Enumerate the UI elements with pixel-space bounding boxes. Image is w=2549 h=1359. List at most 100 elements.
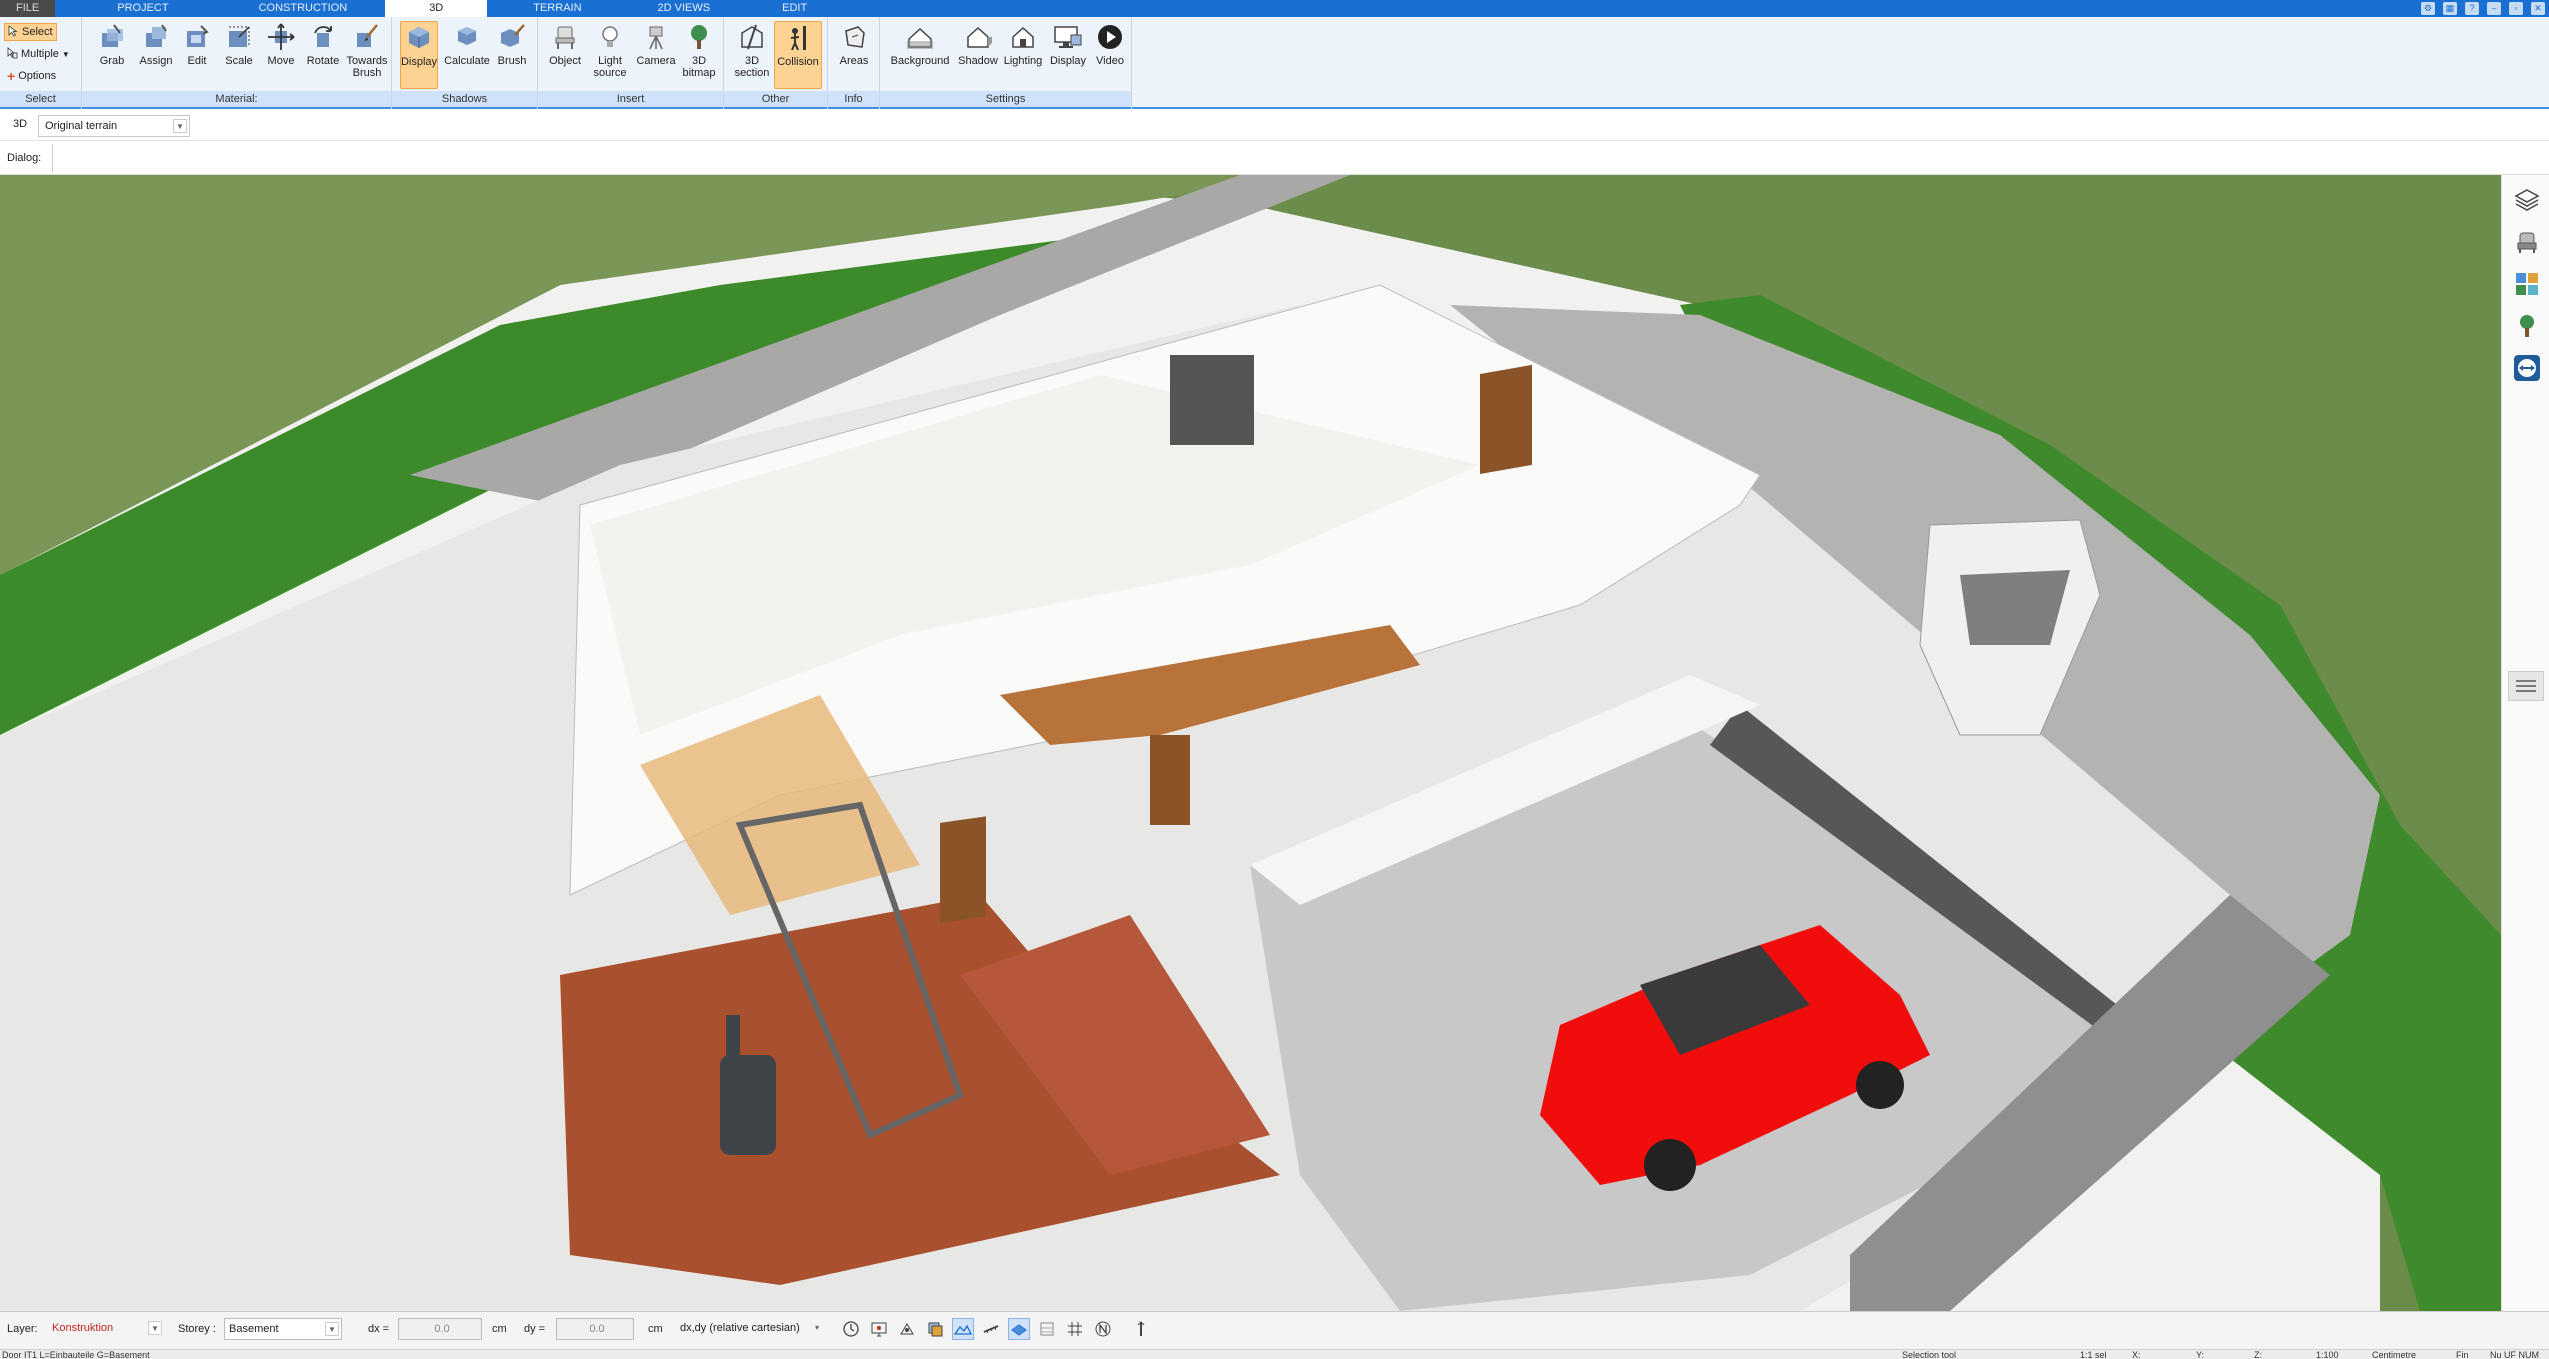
tree-icon[interactable] [2512,311,2542,341]
assign-label: Assign [139,55,173,67]
camera-button[interactable]: Camera [634,21,678,89]
restore-button[interactable]: ▫ [2509,2,2523,15]
help-button[interactable]: ? [2465,2,2479,15]
app-window: FILE PROJECT CONSTRUCTION 3D TERRAIN 2D … [0,0,2549,1359]
chevron-down-icon[interactable]: ▾ [810,1321,824,1335]
options-button[interactable]: + Options [4,67,59,85]
3d-viewport[interactable] [0,175,2501,1311]
tab-project[interactable]: PROJECT [55,0,208,17]
tab-2d-views[interactable]: 2D VIEWS [610,0,751,17]
multiple-select-icon [7,46,18,62]
terrain-select[interactable]: Original terrain ▼ [38,115,190,137]
layout-icon[interactable]: ▦ [2443,2,2457,15]
assign-button[interactable]: Assign [134,21,178,89]
dx-value: 0.0 [434,1323,450,1335]
terrain-toggle-icon[interactable] [952,1318,974,1340]
cube-shadow-icon [403,22,435,54]
tab-file[interactable]: FILE [0,0,56,17]
door-hall [1150,735,1190,825]
play-icon [1094,21,1126,53]
storey-select[interactable]: Basement ▼ [224,1318,342,1340]
multiple-label: Multiple [21,48,59,60]
group-info-name: Info [828,91,879,107]
shadows-brush-button[interactable]: Brush [492,21,532,89]
move-arrows-icon [265,21,297,53]
x-coordinate: X: [2132,1350,2141,1359]
grab-icon [96,21,128,53]
hatch-icon[interactable] [1036,1318,1058,1340]
selection-count: 1:1 sel [2080,1350,2107,1359]
coord-mode-select[interactable]: dx,dy (relative cartesian) ▾ [676,1318,826,1340]
measure-icon[interactable] [980,1318,1002,1340]
terrain-value: Original terrain [45,120,118,132]
edit-button[interactable]: Edit [180,21,214,89]
teamviewer-icon[interactable] [2512,353,2542,383]
group-insert-name: Insert [538,91,723,107]
chevron-down-icon[interactable]: ▼ [173,119,187,133]
3d-section-button[interactable]: 3D section [732,21,772,89]
move-button[interactable]: Move [262,21,300,89]
dy-input[interactable]: 0.0 [556,1318,634,1340]
calculate-button[interactable]: Calculate [442,21,492,89]
lighting-button[interactable]: Lighting [1000,21,1046,89]
select-label: Select [22,26,53,38]
tab-construction[interactable]: CONSTRUCTION [209,0,368,17]
north-arrow-icon[interactable] [1092,1318,1114,1340]
tab-3d[interactable]: 3D [385,0,488,17]
shadow-button[interactable]: Shadow [956,21,1000,89]
assign-icon [140,21,172,53]
layer-select[interactable]: Konstruktion ▼ [48,1318,164,1340]
chevron-down-icon: ▼ [61,49,70,59]
background-label: Background [890,55,950,67]
window-controls: ⚙ ▦ ? – ▫ ✕ [2421,0,2545,17]
video-button[interactable]: Video [1092,21,1128,89]
multiple-button[interactable]: Multiple ▼ [4,45,73,63]
screen-icon[interactable] [868,1318,890,1340]
clock-icon[interactable] [840,1318,862,1340]
areas-button[interactable]: Areas [834,21,874,89]
ground-plane-icon[interactable] [1008,1318,1030,1340]
towards-brush-button[interactable]: Towards Brush [344,21,390,89]
more-options-icon[interactable] [1130,1318,1152,1340]
shadows-display-button[interactable]: Display [400,21,438,89]
settings-icon[interactable]: ⚙ [2421,2,2435,15]
light-source-label: Light source [593,55,627,79]
chevron-down-icon[interactable]: ▼ [148,1321,162,1335]
grid-icon[interactable] [1064,1318,1086,1340]
dx-input[interactable]: 0.0 [398,1318,482,1340]
grab-button[interactable]: Grab [94,21,130,89]
rotate-button[interactable]: Rotate [300,21,346,89]
collision-icon [782,22,814,54]
hamburger-menu-icon[interactable] [2508,671,2544,701]
material-palette-icon[interactable] [2512,269,2542,299]
rotate-label: Rotate [306,55,340,67]
3d-bitmap-button[interactable]: 3D bitmap [678,21,720,89]
close-button[interactable]: ✕ [2531,2,2545,15]
object-button[interactable]: Object [546,21,584,89]
collision-button[interactable]: Collision [774,21,822,89]
layers-toggle-icon[interactable] [924,1318,946,1340]
select-button[interactable]: Select [4,23,57,41]
scale-button[interactable]: Scale [220,21,258,89]
chevron-down-icon[interactable]: ▼ [325,1322,339,1336]
snap-icon[interactable] [896,1318,918,1340]
light-source-button[interactable]: Light source [588,21,632,89]
door-basement [940,816,986,923]
house-shadow-icon [962,21,994,53]
minimize-button[interactable]: – [2487,2,2501,15]
keyboard-state: Nu UF NUM [2490,1350,2539,1359]
tab-terrain[interactable]: TERRAIN [497,0,609,17]
tab-edit[interactable]: EDIT [750,0,829,17]
stove-object [720,1055,776,1155]
layers-icon[interactable] [2512,185,2542,215]
house-light-icon [1007,21,1039,53]
dy-unit: cm [648,1323,663,1335]
armchair-icon[interactable] [2512,227,2542,257]
z-coordinate: Z: [2254,1350,2262,1359]
settings-display-button[interactable]: Display [1046,21,1090,89]
y-coordinate: Y: [2196,1350,2205,1359]
background-button[interactable]: Background [886,21,954,89]
view-label: 3D [13,118,28,130]
scale-readout: 1:100 [2316,1350,2339,1359]
collision-label: Collision [777,56,819,68]
